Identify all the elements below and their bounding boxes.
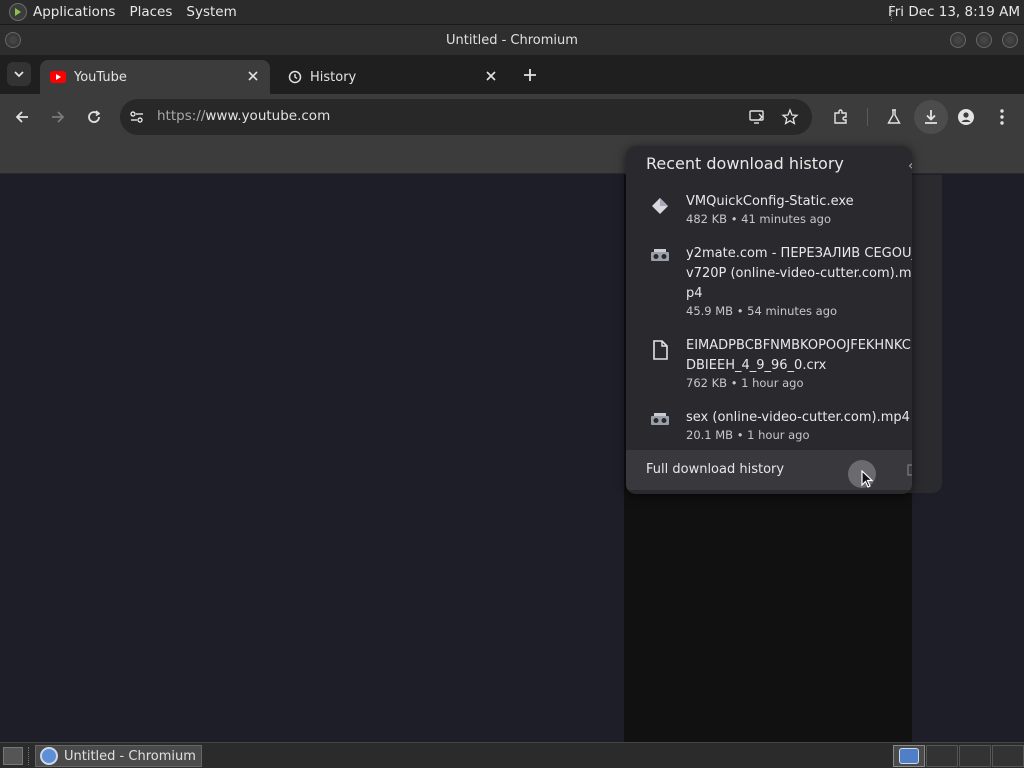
video-file-icon [650,410,670,430]
close-window-button[interactable] [1002,32,1018,48]
chromium-icon [40,747,58,765]
top-panel: Applications Places System Fri Dec 13, 8… [0,0,1024,25]
tab-label: History [310,69,357,85]
taskbar-window-chromium[interactable]: Untitled - Chromium [35,745,202,767]
workspace-1[interactable] [893,745,925,767]
menu-applications[interactable]: Applications [33,4,115,20]
tab-youtube[interactable]: YouTube [40,60,270,94]
more-menu-button[interactable] [990,105,1014,129]
menu-system[interactable]: System [186,4,236,20]
full-history-label: Full download history [646,462,785,477]
labs-button[interactable] [882,105,906,129]
forward-button[interactable] [46,105,70,129]
back-button[interactable] [10,105,34,129]
close-tab-icon[interactable] [246,69,260,83]
taskbar-separator [28,747,30,765]
reload-icon [88,110,101,123]
download-item[interactable]: sex (online-video-cutter.com).mp4 20.1 M… [626,406,912,450]
workspace-3[interactable] [959,745,991,767]
workspace-4[interactable] [992,745,1024,767]
url-text[interactable]: https://www.youtube.com [157,108,330,124]
maximize-button[interactable] [976,32,992,48]
site-settings-icon[interactable] [128,108,146,130]
minimize-button[interactable] [950,32,966,48]
download-name: sex (online-video-cutter.com).mp4 [686,410,910,425]
tab-strip: YouTube History [0,55,1024,94]
extensions-button[interactable] [829,105,853,129]
youtube-icon [50,71,66,83]
window-title: Untitled - Chromium [446,32,578,48]
arrow-left-icon [15,111,28,123]
kebab-menu-icon [1000,109,1004,125]
downloads-heading: Recent download history [646,154,844,173]
reload-button[interactable] [82,105,106,129]
download-icon [919,105,943,129]
address-bar[interactable]: https://www.youtube.com [120,99,812,135]
flask-icon [887,109,901,124]
plus-icon [524,69,536,81]
download-meta: 45.9 MB • 54 minutes ago [686,304,838,318]
download-meta: 20.1 MB • 1 hour ago [686,428,810,442]
bookmark-star-icon[interactable] [781,108,799,130]
browser-toolbar: https://www.youtube.com [0,94,1024,140]
download-name: VMQuickConfig-Static.exe [686,194,854,209]
url-scheme: https:// [157,108,206,124]
download-item[interactable]: EIMADPBCBFNMBKOPOOJFEKHNKCDBIEEH_4_9_96_… [626,334,912,396]
profile-button[interactable] [954,105,978,129]
open-in-new-icon [906,462,912,476]
profile-icon [958,109,974,125]
exe-icon [650,196,670,216]
show-desktop-icon[interactable] [3,747,23,765]
video-file-icon [650,246,670,266]
download-name: EIMADPBCBFNMBKOPOOJFEKHNKCDBIEEH_4_9_96_… [686,338,911,373]
window-menu-button[interactable] [5,32,21,48]
url-host: www.youtube.com [205,108,331,124]
chevron-down-icon [14,71,24,78]
mouse-cursor-icon [861,469,874,492]
puzzle-icon [834,109,847,124]
tab-history[interactable]: History [278,60,508,94]
taskbar-window-label: Untitled - Chromium [64,748,196,764]
close-tab-icon[interactable] [484,69,498,83]
arrow-right-icon [52,111,65,123]
downloads-bubble: Recent download history ‹ VMQuickConfig-… [626,146,912,494]
download-meta: 482 KB • 41 minutes ago [686,212,832,226]
tab-label: YouTube [74,69,127,85]
download-name: y2mate.com - ПЕРЕЗАЛИВ CEGOU_v720P (onli… [686,246,912,301]
download-item[interactable]: y2mate.com - ПЕРЕЗАЛИВ CEGOU_v720P (onli… [626,242,912,322]
distro-logo-icon[interactable] [9,3,27,21]
menu-places[interactable]: Places [129,4,172,20]
taskbar: Untitled - Chromium [0,742,1024,768]
workspace-2[interactable] [926,745,958,767]
install-app-icon[interactable] [748,108,766,130]
history-icon [288,70,302,84]
clock[interactable]: Fri Dec 13, 8:19 AM [888,4,1020,20]
chevron-left-icon[interactable]: ‹ [908,158,912,174]
toolbar-separator [867,108,868,126]
new-tab-button[interactable] [520,65,540,85]
download-meta: 762 KB • 1 hour ago [686,376,804,390]
download-item[interactable]: VMQuickConfig-Static.exe 482 KB • 41 min… [626,190,912,234]
file-icon [650,340,670,360]
tab-search-button[interactable] [7,62,31,86]
window-titlebar[interactable]: Untitled - Chromium [0,25,1024,55]
